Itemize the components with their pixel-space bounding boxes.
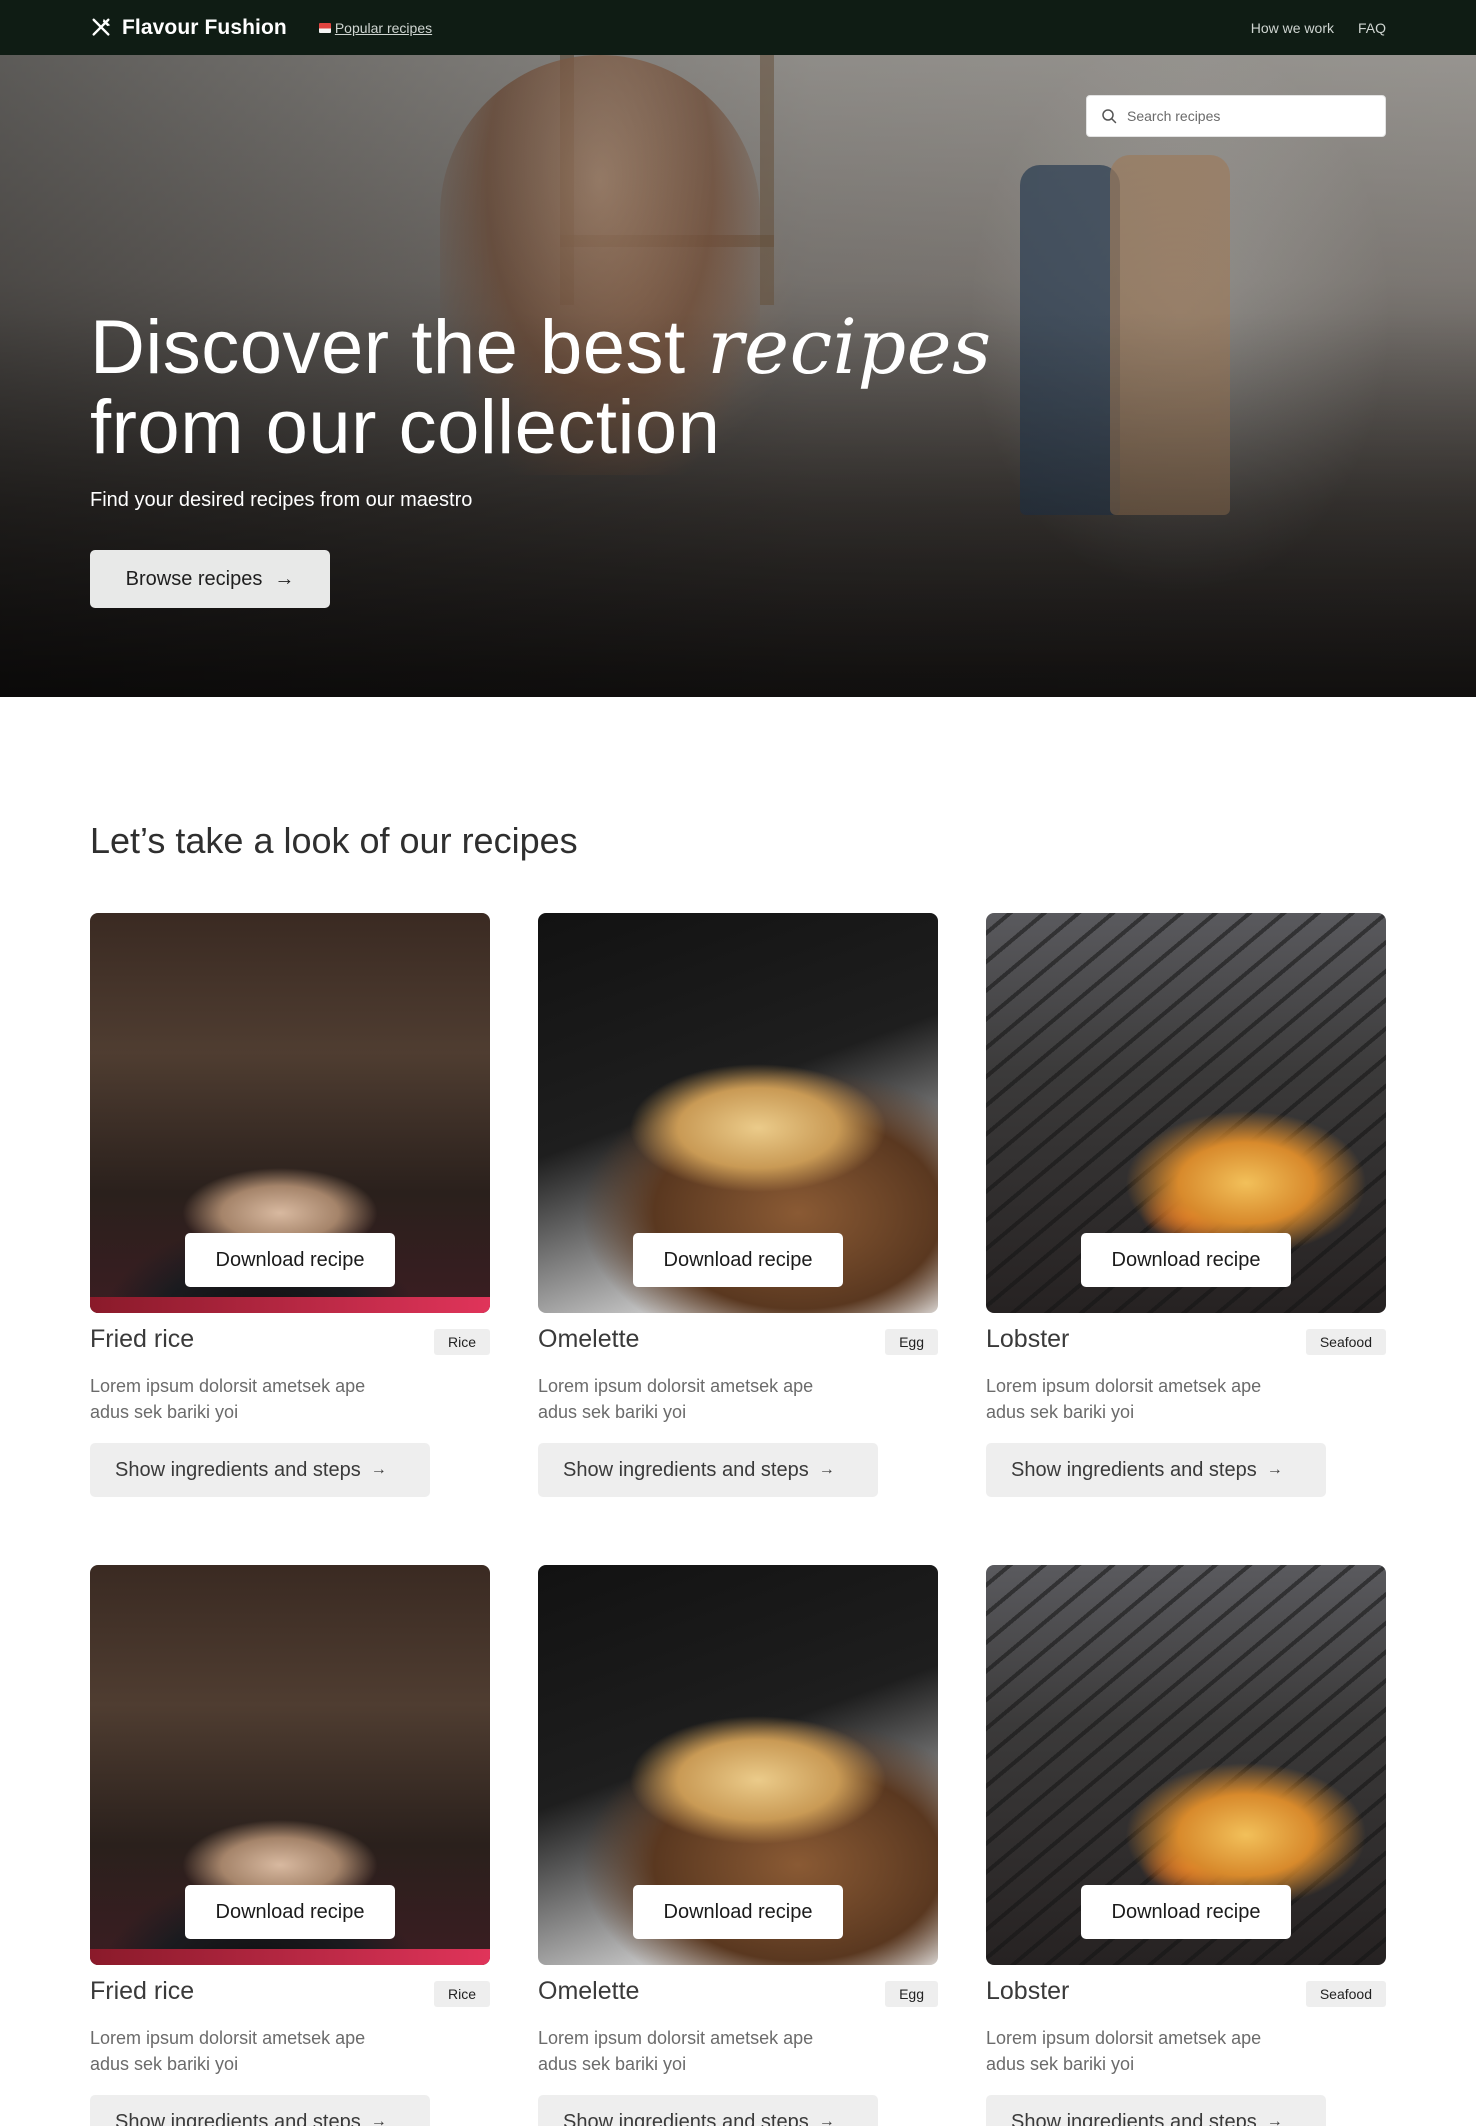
brand-name: Flavour Fushion — [122, 15, 287, 39]
show-ingredients-label: Show ingredients and steps — [115, 2110, 361, 2126]
recipe-name: Fried rice — [90, 1325, 195, 1353]
show-ingredients-button[interactable]: Show ingredients and steps → — [538, 2095, 878, 2126]
recipe-card: Download recipe Lobster Seafood Lorem ip… — [986, 913, 1386, 1497]
download-recipe-button[interactable]: Download recipe — [185, 1233, 395, 1287]
section-title: Let’s take a look of our recipes — [90, 820, 578, 861]
recipe-image-fried-rice: Download recipe — [90, 1565, 490, 1965]
recipe-name: Omelette — [538, 1325, 640, 1353]
show-ingredients-button[interactable]: Show ingredients and steps → — [986, 2095, 1326, 2126]
card-header: Omelette Egg — [538, 1323, 938, 1363]
nav-link-faq[interactable]: FAQ — [1358, 20, 1386, 36]
recipe-card: Download recipe Lobster Seafood Lorem ip… — [986, 1565, 1386, 2126]
category-tag: Egg — [885, 1329, 938, 1355]
browse-recipes-button[interactable]: Browse recipes → — [90, 550, 330, 608]
arrow-right-icon: → — [370, 2113, 387, 2126]
category-tag: Rice — [433, 1981, 490, 2007]
download-recipe-button[interactable]: Download recipe — [1081, 1885, 1291, 1939]
arrow-right-icon: → — [1266, 2113, 1283, 2126]
arrow-right-icon: → — [818, 2113, 835, 2126]
download-recipe-button[interactable]: Download recipe — [633, 1233, 843, 1287]
recipe-image-omelette: Download recipe — [538, 1565, 938, 1965]
show-ingredients-button[interactable]: Show ingredients and steps → — [90, 2095, 430, 2126]
arrow-right-icon: → — [1266, 1461, 1283, 1478]
download-recipe-button[interactable]: Download recipe — [633, 1885, 843, 1939]
recipe-image-omelette: Download recipe — [538, 913, 938, 1313]
recipe-image-lobster: Download recipe — [986, 1565, 1386, 1965]
show-ingredients-label: Show ingredients and steps — [563, 1458, 809, 1481]
arrow-right-icon: → — [274, 567, 295, 590]
fork-knife-icon — [92, 18, 111, 36]
recipe-image-fried-rice: Download recipe — [90, 913, 490, 1313]
show-ingredients-label: Show ingredients and steps — [563, 2110, 809, 2126]
flag-icon — [318, 22, 331, 33]
arrow-right-icon: → — [818, 1461, 835, 1478]
arrow-right-icon: → — [370, 1461, 387, 1478]
category-tag: Rice — [433, 1329, 490, 1355]
card-header: Fried rice Rice — [90, 1975, 490, 2015]
popular-recipes-label: Popular recipes — [334, 19, 433, 36]
hero-title-line2: from our collection — [90, 385, 721, 470]
hero-title-line1: Discover the best — [90, 305, 708, 390]
search-bar[interactable]: Search recipes — [1086, 95, 1386, 137]
search-icon — [1102, 109, 1117, 124]
recipe-description: Lorem ipsum dolorsit ametsek ape adus se… — [986, 2028, 1262, 2074]
recipe-card: Download recipe Fried rice Rice Lorem ip… — [90, 913, 490, 1497]
top-navbar: Flavour Fushion Popular recipes How we w… — [0, 0, 1476, 55]
nav-link-how-we-work[interactable]: How we work — [1251, 20, 1334, 36]
show-ingredients-button[interactable]: Show ingredients and steps → — [986, 1443, 1326, 1497]
recipe-card: Download recipe Omelette Egg Lorem ipsum… — [538, 913, 938, 1497]
show-ingredients-label: Show ingredients and steps — [1011, 1458, 1257, 1481]
show-ingredients-label: Show ingredients and steps — [115, 1458, 361, 1481]
recipe-image-lobster: Download recipe — [986, 913, 1386, 1313]
recipe-name: Lobster — [986, 1977, 1070, 2005]
recipe-card: Download recipe Fried rice Rice Lorem ip… — [90, 1565, 490, 2126]
show-ingredients-button[interactable]: Show ingredients and steps → — [90, 1443, 430, 1497]
search-input[interactable]: Search recipes — [1127, 108, 1220, 124]
download-recipe-button[interactable]: Download recipe — [185, 1885, 395, 1939]
nav-links: How we work FAQ — [1251, 20, 1386, 36]
hero-subtitle: Find your desired recipes from our maest… — [90, 489, 473, 511]
show-ingredients-button[interactable]: Show ingredients and steps → — [538, 1443, 878, 1497]
card-header: Fried rice Rice — [90, 1323, 490, 1363]
browse-recipes-label: Browse recipes — [125, 567, 263, 590]
card-header: Lobster Seafood — [986, 1323, 1386, 1363]
recipe-name: Fried rice — [90, 1977, 195, 2005]
recipe-description: Lorem ipsum dolorsit ametsek ape adus se… — [90, 1376, 366, 1422]
recipe-name: Lobster — [986, 1325, 1070, 1353]
recipe-name: Omelette — [538, 1977, 640, 2005]
popular-recipes-link[interactable]: Popular recipes — [318, 19, 433, 36]
hero-title-emphasis: recipes — [707, 302, 992, 391]
show-ingredients-label: Show ingredients and steps — [1011, 2110, 1257, 2126]
brand[interactable]: Flavour Fushion — [90, 16, 287, 40]
card-header: Omelette Egg — [538, 1975, 938, 2015]
recipe-description: Lorem ipsum dolorsit ametsek ape adus se… — [538, 2028, 814, 2074]
recipe-description: Lorem ipsum dolorsit ametsek ape adus se… — [986, 1376, 1262, 1422]
recipe-card: Download recipe Omelette Egg Lorem ipsum… — [538, 1565, 938, 2126]
hero-title: Discover the best recipes from our colle… — [90, 307, 992, 468]
category-tag: Seafood — [1305, 1329, 1386, 1355]
category-tag: Egg — [885, 1981, 938, 2007]
category-tag: Seafood — [1305, 1981, 1386, 2007]
recipe-description: Lorem ipsum dolorsit ametsek ape adus se… — [90, 2028, 366, 2074]
download-recipe-button[interactable]: Download recipe — [1081, 1233, 1291, 1287]
recipe-description: Lorem ipsum dolorsit ametsek ape adus se… — [538, 1376, 814, 1422]
card-header: Lobster Seafood — [986, 1975, 1386, 2015]
hero-section: Search recipes Discover the best recipes… — [0, 55, 1476, 697]
